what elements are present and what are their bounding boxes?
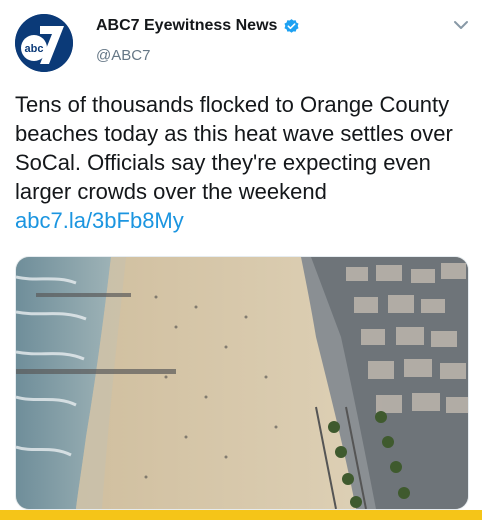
- beach-aerial-photo: [16, 257, 468, 509]
- tweet-text: Tens of thousands flocked to Orange Coun…: [15, 90, 470, 235]
- tweet-body: Tens of thousands flocked to Orange Coun…: [15, 92, 453, 204]
- chevron-down-icon[interactable]: [452, 18, 470, 32]
- tweet-image[interactable]: [15, 256, 469, 510]
- avatar[interactable]: abc: [15, 14, 73, 72]
- abc7-logo: abc: [15, 14, 73, 72]
- author-name-row[interactable]: ABC7 Eyewitness News: [96, 17, 300, 35]
- svg-text:abc: abc: [25, 43, 44, 55]
- verified-badge-icon: [284, 18, 299, 33]
- tweet-link[interactable]: abc7.la/3bFb8My: [15, 208, 184, 233]
- author-handle[interactable]: @ABC7: [96, 47, 150, 64]
- bottom-accent-bar: [0, 510, 482, 520]
- author-name[interactable]: ABC7 Eyewitness News: [96, 17, 277, 35]
